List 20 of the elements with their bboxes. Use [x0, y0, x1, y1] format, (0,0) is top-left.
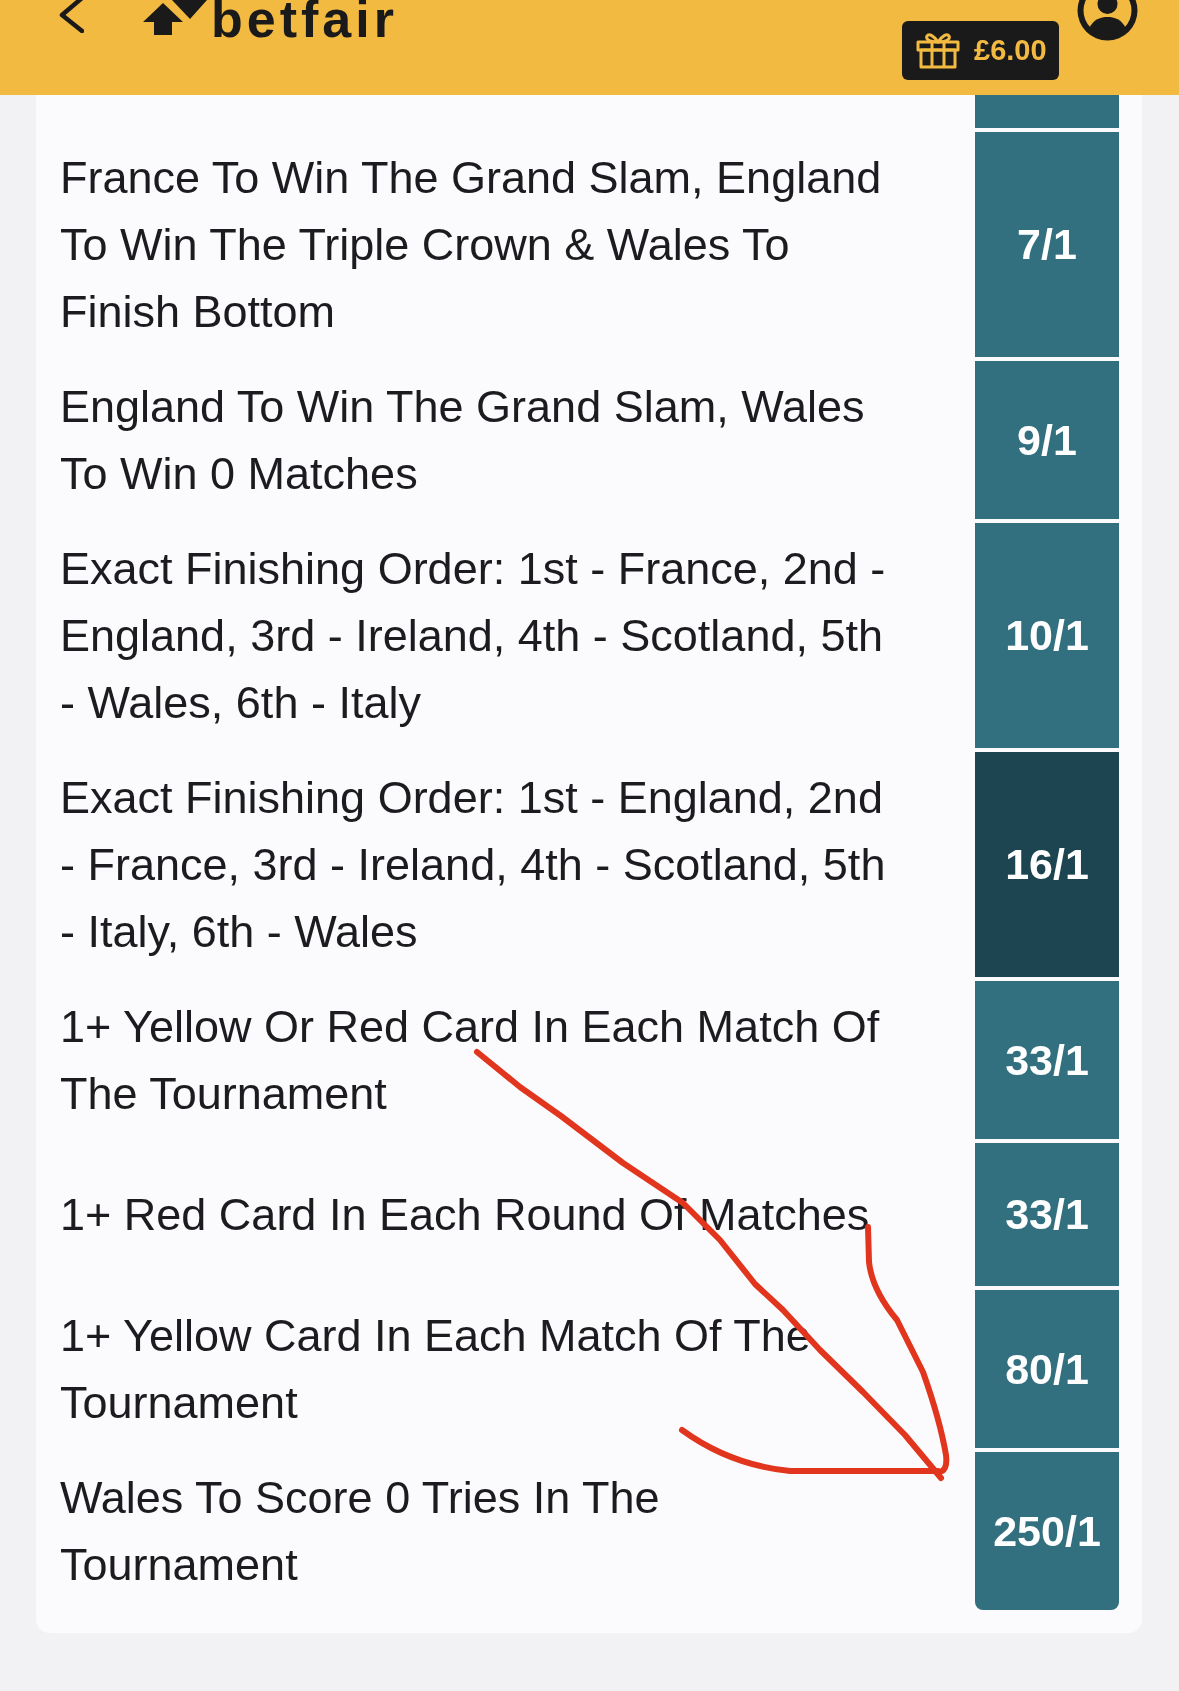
market-name: Exact Finishing Order: 1st - England, 2nd - France, 3rd - Ireland, 4th - Scotland, 5th - Italy, 6th - Wales — [60, 771, 887, 959]
balance-button[interactable]: £6.00 — [902, 21, 1059, 80]
market-name: England To Win The Grand Slam, Wales To Win 0 Matches — [60, 380, 866, 501]
account-button[interactable] — [1077, 0, 1138, 41]
odds-button[interactable]: 33/1 — [975, 1143, 1119, 1286]
market-name: Exact Finishing Order: 1st - France, 2nd - England, 3rd - Ireland, 4th - Scotland, 5th - Wales, 6th - Italy — [60, 542, 887, 730]
odds-button[interactable]: 250/1 — [975, 1452, 1119, 1610]
gift-icon — [916, 32, 960, 69]
back-icon — [57, 0, 84, 33]
odds-button[interactable]: 7/1 — [975, 132, 1119, 357]
odds-button[interactable]: 10/1 — [975, 523, 1119, 748]
odds-button[interactable]: 80/1 — [975, 1290, 1119, 1448]
odds-button[interactable]: 33/1 — [975, 981, 1119, 1139]
logo-icon — [143, 0, 207, 35]
market-name: Wales To Score 0 Tries In The Tournament — [60, 1471, 661, 1592]
back-button[interactable] — [57, 0, 84, 33]
market-name: 1+ Yellow Or Red Card In Each Match Of The Tournament — [60, 1000, 881, 1121]
market-name: France To Win The Grand Slam, England To Win The Triple Crown & Wales To Finish Bottom — [60, 151, 883, 339]
odds-button[interactable]: 16/1 — [975, 752, 1119, 977]
odds-button[interactable]: 9/1 — [975, 361, 1119, 519]
